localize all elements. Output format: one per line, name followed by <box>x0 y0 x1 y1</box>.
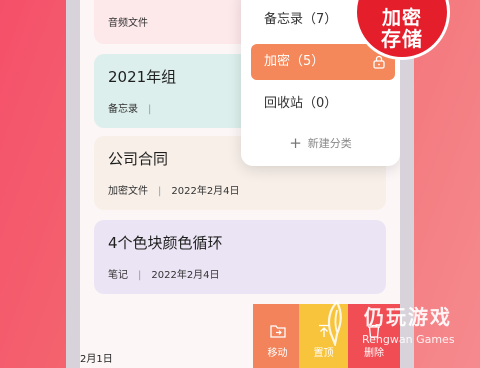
note-title: 2021年组 <box>108 68 177 86</box>
note-type: 备忘录 <box>108 104 138 115</box>
note-type: 加密文件 <box>108 186 148 197</box>
note-date: 2022年2月4日 <box>171 186 240 197</box>
pin-top-label: 置顶 <box>313 348 334 359</box>
note-date: 2022年2月4日 <box>151 270 220 281</box>
add-category-label: 新建分类 <box>307 137 352 150</box>
note-title: 4个色块颜色循环 <box>108 234 223 252</box>
note-type: 音频文件 <box>108 18 148 29</box>
category-item-label: 备忘录（7） <box>264 12 338 27</box>
note-type: 笔记 <box>108 270 128 281</box>
note-meta: 笔记 | 2022年2月4日 <box>108 270 220 281</box>
delete-label: 删除 <box>364 348 384 359</box>
watermark-text-cn: 仍玩游戏 <box>364 305 452 329</box>
note-card-note[interactable]: 4个色块颜色循环 笔记 | 2022年2月4日 <box>94 220 386 294</box>
add-category-button[interactable]: + 新建分类 <box>241 134 400 152</box>
category-item-label: 回收站（0） <box>264 96 338 111</box>
lock-icon <box>373 55 385 69</box>
note-meta: 备忘录 | <box>108 104 152 115</box>
move-label: 移动 <box>267 348 288 359</box>
note-meta: 加密文件 | 2022年2月4日 <box>108 186 240 197</box>
badge-line-2: 存储 <box>381 27 423 51</box>
watermark-text-en: Rengwan Games <box>362 333 455 346</box>
watermark-logo-icon <box>327 300 342 346</box>
note-date: 2月1日 <box>80 354 113 365</box>
plus-icon: + <box>289 134 302 152</box>
note-title: 公司合同 <box>108 150 169 168</box>
category-item-trash[interactable]: 回收站（0） <box>251 86 395 122</box>
move-button[interactable]: 移动 <box>253 304 302 368</box>
category-item-label: 加密（5） <box>264 54 325 69</box>
encrypted-storage-badge: 加密 存储 <box>354 0 450 60</box>
folder-move-icon <box>269 325 286 338</box>
